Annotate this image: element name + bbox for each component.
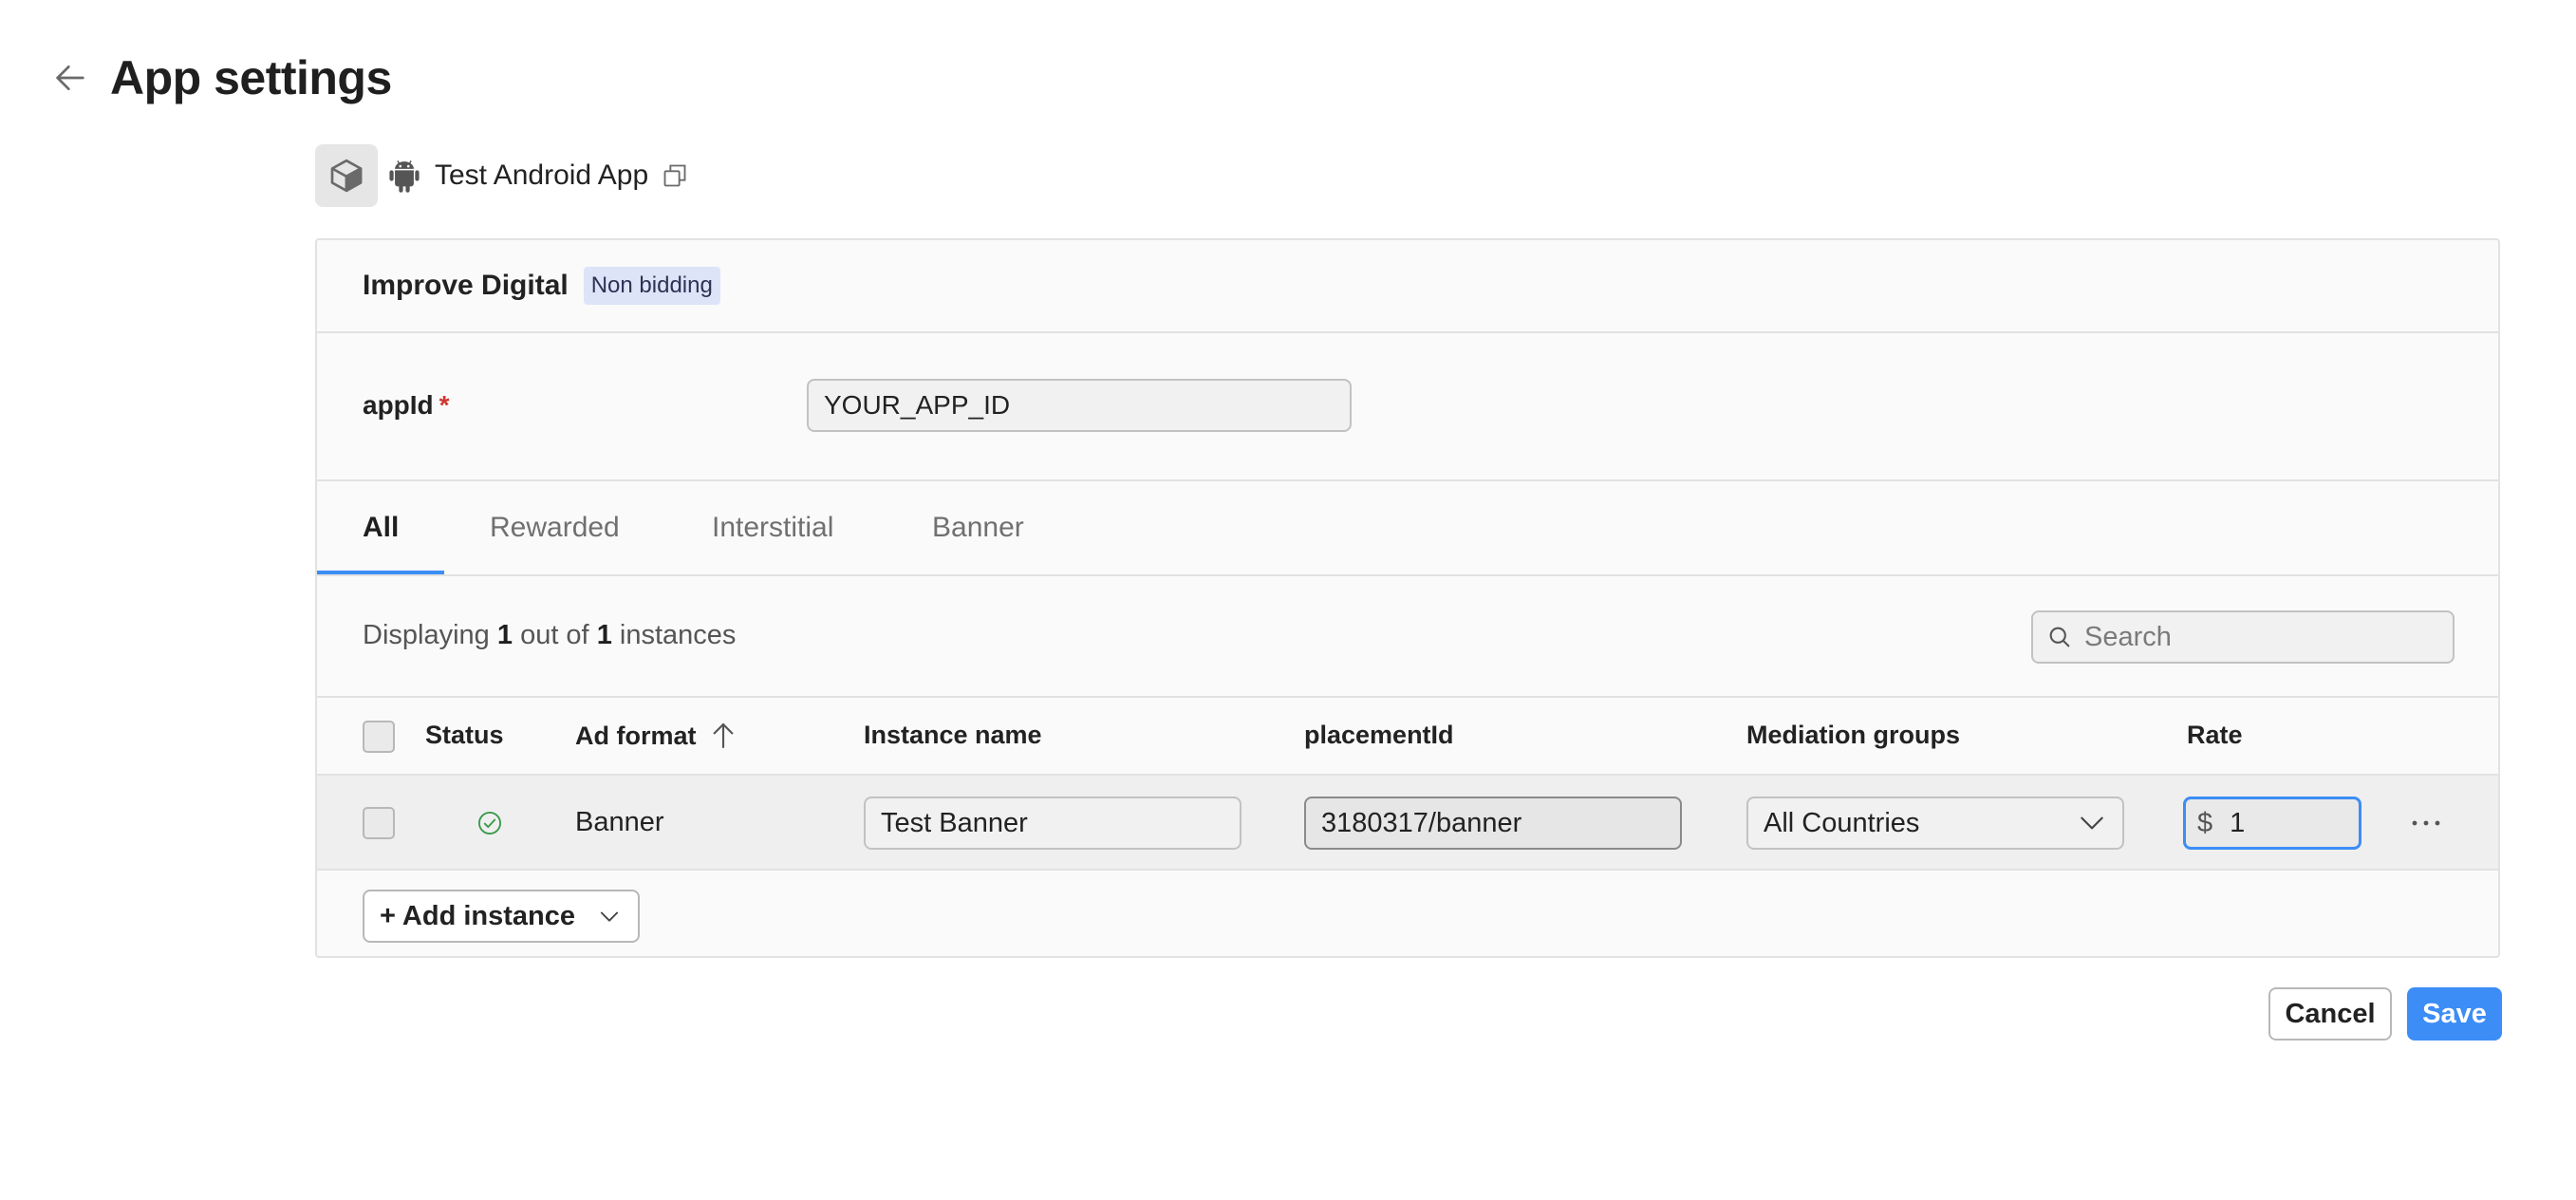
add-instance-label: + Add instance [380, 900, 576, 931]
search-box [2031, 610, 2455, 664]
tab-rewarded[interactable]: Rewarded [490, 481, 620, 574]
cancel-button[interactable]: Cancel [2268, 987, 2392, 1041]
active-tab-indicator [317, 571, 444, 574]
bidding-badge: Non bidding [583, 267, 720, 305]
rate-field: $ [2183, 797, 2361, 850]
tab-banner[interactable]: Banner [932, 481, 1024, 574]
mediation-group-value: All Countries [1764, 807, 1920, 838]
table-row: Banner All Countries $ [317, 776, 2498, 871]
copy-icon[interactable] [660, 160, 690, 191]
chevron-down-icon [600, 911, 619, 922]
column-placement-id[interactable]: placementId [1304, 721, 1454, 750]
app-id-input[interactable] [807, 379, 1352, 432]
instances-toolbar: Displaying 1 out of 1 instances [317, 576, 2498, 698]
instances-count: Displaying 1 out of 1 instances [363, 620, 737, 650]
app-settings-page: App settings Test Android App Improve Di… [0, 0, 2576, 1200]
back-button[interactable] [46, 53, 95, 103]
cube-icon [330, 159, 363, 193]
required-mark: * [439, 390, 450, 420]
app-id-section: appId * [317, 333, 2498, 481]
network-header: Improve Digital Non bidding [317, 240, 2498, 333]
currency-symbol: $ [2197, 807, 2213, 838]
page-title: App settings [110, 51, 392, 104]
network-card: Improve Digital Non bidding appId* All R… [315, 238, 2500, 958]
add-instance-button[interactable]: + Add instance [363, 890, 640, 943]
column-ad-format[interactable]: Ad format [575, 721, 738, 751]
mediation-group-select[interactable]: All Countries [1746, 797, 2124, 850]
search-input[interactable] [2084, 621, 2436, 653]
tab-all[interactable]: All [363, 481, 399, 574]
search-icon [2049, 627, 2070, 647]
chevron-down-icon [2081, 816, 2103, 830]
row-ad-format: Banner [575, 807, 664, 837]
instance-name-input[interactable] [864, 797, 1241, 850]
app-logo [315, 144, 378, 207]
column-instance-name[interactable]: Instance name [864, 721, 1042, 750]
network-name: Improve Digital [363, 270, 569, 301]
row-checkbox[interactable] [363, 807, 395, 839]
column-rate[interactable]: Rate [2187, 721, 2243, 750]
save-button[interactable]: Save [2407, 987, 2502, 1041]
column-mediation-groups[interactable]: Mediation groups [1746, 721, 1960, 750]
rate-input[interactable] [2230, 807, 2325, 839]
arrow-left-icon [56, 66, 84, 90]
ad-format-tabs: All Rewarded Interstitial Banner [317, 481, 2498, 576]
status-active-icon [477, 811, 502, 835]
row-more-button[interactable] [2405, 802, 2447, 844]
app-identity: Test Android App [315, 144, 690, 207]
page-header: App settings [46, 47, 392, 108]
app-id-label: appId * [363, 390, 450, 420]
more-horizontal-icon [2412, 820, 2440, 826]
tab-interstitial[interactable]: Interstitial [712, 481, 833, 574]
select-all-checkbox[interactable] [363, 721, 395, 753]
android-icon [387, 157, 421, 195]
sort-ascending-icon [713, 722, 733, 749]
table-header: Status Ad format Instance name placement… [317, 698, 2498, 776]
placement-id-input[interactable] [1304, 797, 1682, 850]
app-name: Test Android App [435, 159, 649, 191]
column-status[interactable]: Status [425, 721, 504, 750]
add-instance-section: + Add instance [317, 871, 2498, 956]
